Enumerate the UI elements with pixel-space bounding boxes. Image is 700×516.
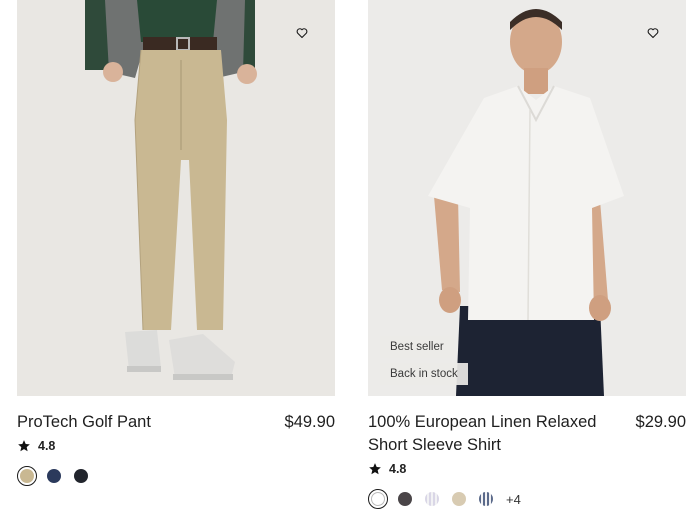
product-image-golf-pant[interactable] [17,0,335,396]
more-colors-link[interactable]: +4 [506,492,521,507]
color-swatch-striped[interactable] [479,492,493,506]
swatch-0 [20,469,34,483]
color-swatches: +4 [368,489,686,509]
color-swatch[interactable] [452,492,466,506]
star-icon [17,439,31,453]
product-info: 100% European Linen Relaxed Short Sleeve… [368,411,686,509]
product-rating: 4.8 [17,438,335,454]
product-price: $29.90 [635,413,686,431]
product-name[interactable]: ProTech Golf Pant [17,411,267,434]
product-rating: 4.8 [368,461,686,477]
rating-value: 4.8 [38,439,56,453]
color-swatch[interactable] [74,469,88,483]
back-in-stock-badge: Back in stock [380,363,468,385]
color-swatch[interactable] [398,492,412,506]
product-price: $49.90 [284,413,335,431]
golf-pant-photo [85,0,257,380]
color-swatch-selected[interactable] [17,466,37,486]
color-swatch-selected[interactable] [368,489,388,509]
swatch-0 [371,492,385,506]
color-swatches [17,466,335,486]
heart-icon[interactable] [294,25,310,41]
product-card-linen-shirt[interactable]: Best seller Back in stock 100% European … [368,0,686,509]
product-badges: Best seller Back in stock [380,336,468,385]
color-swatch[interactable] [47,469,61,483]
product-card-golf-pant[interactable]: ProTech Golf Pant $49.90 4.8 [17,0,335,486]
product-info: ProTech Golf Pant $49.90 4.8 [17,411,335,486]
color-swatch-striped[interactable] [425,492,439,506]
heart-icon[interactable] [645,25,661,41]
star-icon [368,462,382,476]
product-image-linen-shirt[interactable]: Best seller Back in stock [368,0,686,396]
product-name[interactable]: 100% European Linen Relaxed Short Sleeve… [368,411,618,457]
best-seller-badge: Best seller [380,336,454,358]
rating-value: 4.8 [389,462,407,476]
